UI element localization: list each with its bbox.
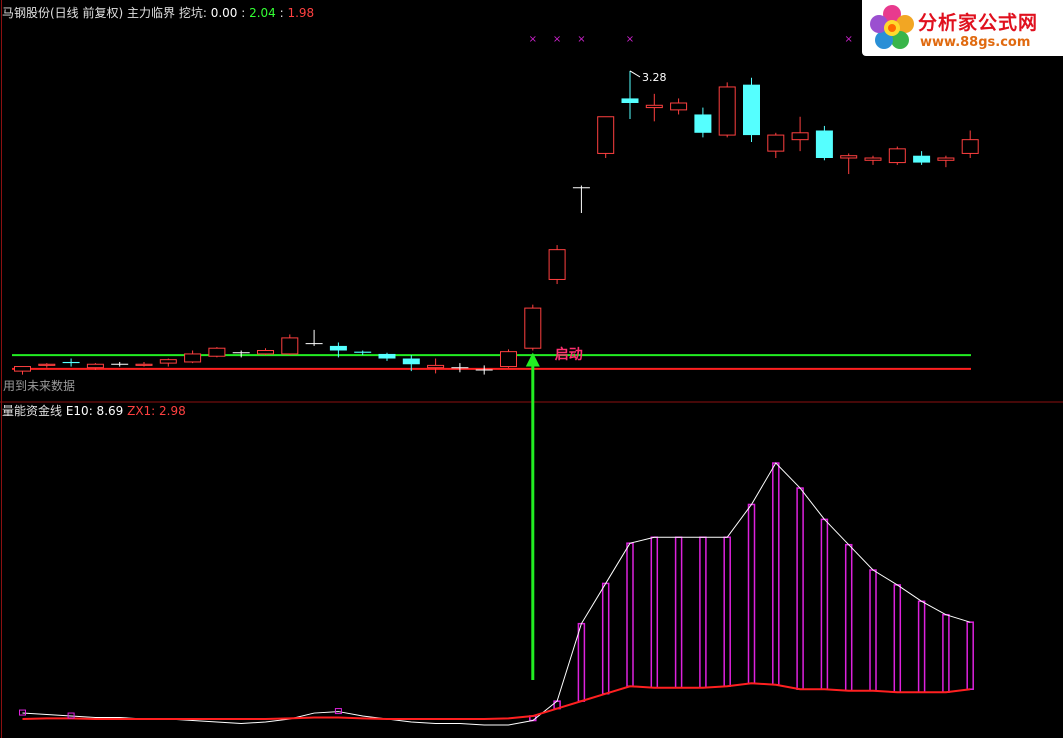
candle-body [597,116,615,154]
green-line-value: 2.04 [249,6,276,20]
candle [815,125,833,161]
candle-body [645,104,663,109]
e10-value-label: E10: 8.69 [65,404,124,418]
candle [500,349,517,368]
wa-keng-value: 0.00 [210,6,238,20]
value-separator: : [275,6,288,20]
x-marker: × [529,34,537,45]
candle [208,347,226,358]
candle-body [62,361,80,364]
candle-body [14,366,31,372]
x-marker: × [577,34,585,45]
candle-body [670,102,688,111]
candle-body [840,155,858,159]
candle-body [402,358,420,365]
wa-keng-label: 挖坑: [178,6,211,20]
candle-body [767,134,785,152]
logo-title: 分析家公式网 [918,12,1039,34]
candle-body [38,363,56,366]
candle-body [329,345,347,351]
candle [718,82,736,138]
candle [281,334,299,356]
indicator-title: 量能资金线 [2,404,63,418]
candle-body [694,114,712,133]
candle-body [135,363,153,366]
chart-canvas: × × × × × 启动 3.28 [0,0,1063,738]
candle-body [743,84,760,136]
candle [743,77,760,142]
price-panel-header: 马钢股份(日线 前复权) 主力临界 挖坑: 0.00 : 2.04 : 1.98 [2,6,314,20]
site-logo: 分析家公式网 www.88gs.com [862,0,1063,56]
indicator-panel-header: 量能资金线 E10: 8.69 ZX1: 2.98 [2,404,186,418]
candle [888,146,906,165]
x-marker: × [553,34,561,45]
logo-url: www.88gs.com [920,35,1031,50]
flower-logo-icon [870,5,914,49]
candle-body [864,157,882,161]
high-price-label: 3.28 [642,71,667,84]
candle-body [888,148,906,164]
zx1-value-label: ZX1: 2.98 [127,404,186,418]
candle-body [427,364,445,369]
value-separator: : [237,6,250,20]
candle-body [524,307,542,349]
candle [548,245,566,285]
candle [524,304,542,351]
candle [597,116,615,158]
chart-title: 马钢股份(日线 前复权) 主力临界 [2,6,175,20]
future-data-note: 用到未来数据 [3,379,76,393]
x-marker: × [845,34,853,45]
candle-body [815,130,833,158]
candle-body [500,351,517,368]
candle-body [548,249,566,280]
candle-body [257,350,274,355]
candle-body [718,86,736,136]
candle-body [378,353,396,359]
candle-body [159,359,177,364]
candle-body [913,155,931,163]
red-line-value: 1.98 [287,6,315,20]
candle-body [621,98,639,103]
candle-body [86,363,104,369]
candle-body [354,351,372,353]
candle-body [961,139,979,154]
candle-body [208,347,226,357]
start-label: 启动 [555,346,583,363]
candle-body [281,337,299,355]
candle-body [937,157,955,161]
x-marker: × [626,34,634,45]
candle-body [184,353,202,363]
candle-body [791,132,809,141]
